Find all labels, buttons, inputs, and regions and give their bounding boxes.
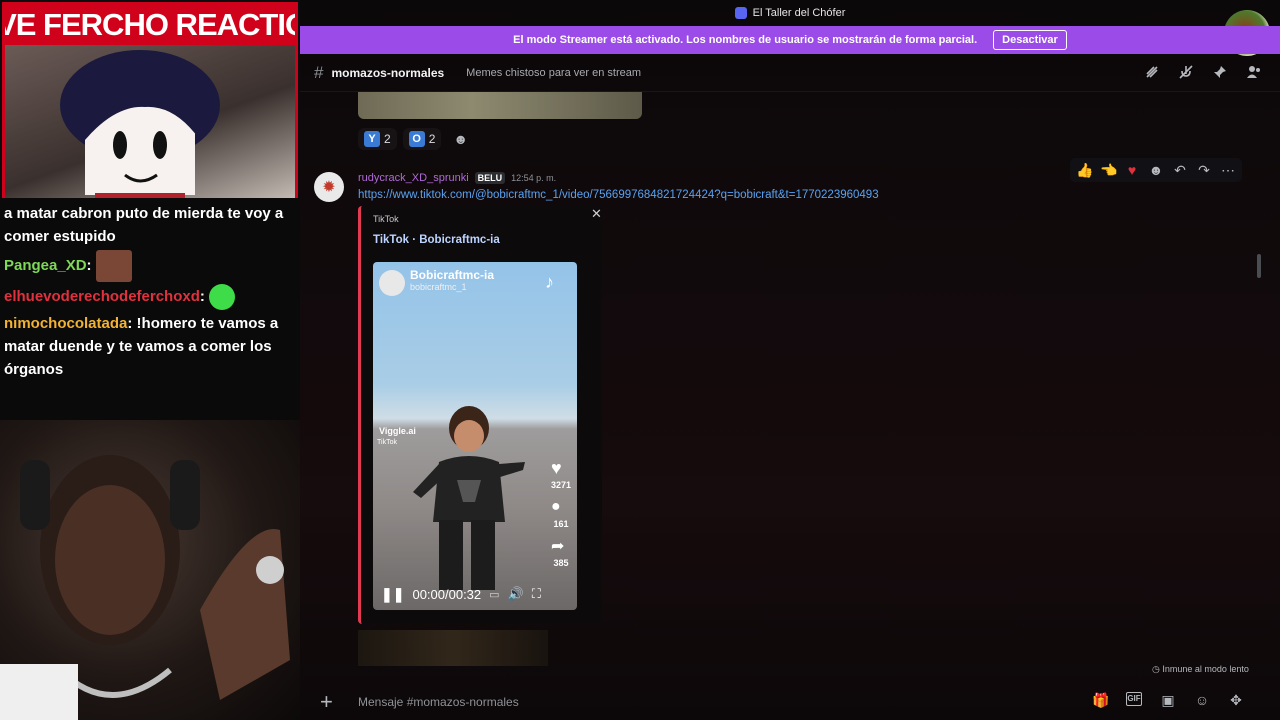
shares-count: 385 bbox=[553, 558, 569, 568]
streamer-message: El modo Streamer está activado. Los nomb… bbox=[513, 34, 978, 46]
volume-icon[interactable]: 🔊 bbox=[508, 586, 524, 602]
fullscreen-icon[interactable]: ⛶ bbox=[532, 586, 541, 602]
message-actions-toolbar: 👍 👈 ♥ ☻ ↶ ↷ ⋯ bbox=[1070, 158, 1242, 182]
sticker-icon[interactable]: ▣ bbox=[1160, 692, 1176, 708]
channel-header: # momazos-normales Memes chistoso para v… bbox=[300, 54, 1280, 92]
top-webcam: LIVE FERCHO REACTION bbox=[2, 2, 298, 206]
heart-icon[interactable]: ♥ bbox=[551, 458, 562, 479]
message-input[interactable] bbox=[358, 695, 958, 709]
gif-icon[interactable]: GIF bbox=[1126, 692, 1142, 706]
emoji-icon[interactable]: ☺ bbox=[1194, 692, 1210, 708]
chat-message: a matar cabron puto de mierda te voy a c… bbox=[4, 202, 296, 248]
chat-emote bbox=[209, 284, 236, 310]
reaction-emoji: Y bbox=[364, 131, 380, 147]
guild-tag[interactable]: BELU bbox=[474, 172, 506, 184]
author-avatar[interactable]: ✹ bbox=[314, 172, 344, 202]
server-icon bbox=[734, 7, 747, 19]
reply-icon[interactable]: ↶ bbox=[1172, 162, 1188, 179]
pause-icon[interactable]: ❚❚ bbox=[381, 586, 404, 603]
thumbs-up-icon[interactable]: 👍 bbox=[1076, 162, 1093, 179]
chat-message: nimochocolatada: !homero te vamos a mata… bbox=[4, 315, 279, 378]
reaction-o[interactable]: O 2 bbox=[402, 128, 442, 150]
video-player[interactable]: Bobicraftmc-ia bobicraftmc_1 ♪ Viggle.ai… bbox=[373, 262, 577, 610]
likes-count: 3271 bbox=[550, 480, 572, 490]
account-name: Bobicraftmc-ia bbox=[410, 268, 495, 282]
account-handle: bobicraftmc_1 bbox=[410, 282, 467, 292]
captions-icon[interactable]: ▭ bbox=[489, 588, 499, 601]
comments-count: 161 bbox=[553, 519, 569, 529]
add-attachment-icon[interactable]: + bbox=[320, 689, 340, 715]
stream-overlay: LIVE FERCHO REACTION a matar cabron puto… bbox=[0, 0, 300, 720]
gift-icon[interactable]: 🎁 bbox=[1092, 692, 1109, 708]
channel-name: momazos-normales bbox=[331, 65, 445, 80]
smile-icon: ☻ bbox=[453, 131, 469, 147]
discord-window: El Taller del Chófer El modo Streamer es… bbox=[300, 0, 1280, 720]
author-name[interactable]: rudycrack_XD_sprunki bbox=[358, 172, 469, 184]
reaction-emoji: O bbox=[408, 131, 425, 147]
point-icon[interactable]: 👈 bbox=[1100, 162, 1117, 179]
mute-icon[interactable] bbox=[1178, 64, 1194, 80]
chat-emote bbox=[95, 250, 132, 282]
window-title: El Taller del Chófer bbox=[752, 7, 846, 19]
add-reaction-button[interactable]: ☻ bbox=[447, 128, 474, 150]
watermark-sub: TikTok bbox=[377, 439, 397, 446]
streamer-mode-banner: El modo Streamer está activado. Los nomb… bbox=[300, 26, 1280, 54]
chat-username: Pangea_XD bbox=[4, 256, 87, 274]
dancing-character bbox=[413, 406, 525, 590]
close-icon[interactable]: ✕ bbox=[591, 206, 602, 222]
scrollbar-thumb[interactable] bbox=[1257, 254, 1261, 278]
apps-icon[interactable]: ✥ bbox=[1228, 692, 1244, 708]
members-icon[interactable] bbox=[1246, 64, 1262, 80]
tiktok-icon: ♪ bbox=[545, 272, 554, 292]
deactivate-button[interactable]: Desactivar bbox=[993, 30, 1067, 50]
title-bar: El Taller del Chófer bbox=[300, 0, 1280, 26]
chat-username: elhuevoderechodeferchoxd bbox=[4, 287, 200, 305]
stream-banner: LIVE FERCHO REACTION bbox=[5, 5, 295, 45]
reaction-count: 2 bbox=[428, 132, 436, 146]
tiktok-embed: TikTok ✕ TikTok · Bobicraftmc-ia Bobicra… bbox=[358, 206, 602, 624]
clock-icon: ◷ bbox=[1152, 664, 1163, 674]
pin-icon[interactable] bbox=[1212, 64, 1228, 80]
video-time: 00:00/00:32 bbox=[412, 586, 482, 602]
previous-attachment-image[interactable] bbox=[358, 92, 642, 119]
chat-message: elhuevoderechodeferchoxd: bbox=[4, 284, 296, 310]
reaction-count: 2 bbox=[384, 132, 391, 146]
chat-username: nimochocolatada bbox=[4, 315, 128, 332]
composer-toolbar: 🎁 GIF ▣ ☺ ✥ bbox=[1092, 692, 1244, 708]
forward-icon[interactable]: ↷ bbox=[1196, 162, 1212, 179]
chat-message: Pangea_XD: bbox=[4, 250, 296, 282]
comment-icon[interactable]: ● bbox=[551, 498, 561, 516]
embed-title[interactable]: TikTok · Bobicraftmc-ia bbox=[373, 234, 500, 246]
hashtag-icon: # bbox=[314, 62, 324, 82]
video-controls: ❚❚ 00:00/00:32 ▭ 🔊 ⛶ bbox=[373, 578, 577, 610]
tiktok-link[interactable]: https://www.tiktok.com/@bobicraftmc_1/vi… bbox=[358, 189, 879, 201]
slowmode-notice: ◷ Inmune al modo lento bbox=[1152, 664, 1249, 675]
message-timestamp: 12:54 p. m. bbox=[511, 173, 557, 183]
add-reaction-icon[interactable]: ☻ bbox=[1148, 162, 1164, 178]
channel-topic: Memes chistoso para ver en stream bbox=[466, 66, 642, 79]
threads-icon[interactable] bbox=[1144, 64, 1160, 80]
next-attachment-image[interactable] bbox=[358, 630, 548, 666]
reaction-y[interactable]: Y 2 bbox=[358, 128, 397, 150]
more-icon[interactable]: ⋯ bbox=[1220, 162, 1236, 179]
reaction-person bbox=[0, 455, 290, 720]
slowmode-label: Inmune al modo lento bbox=[1162, 664, 1249, 674]
header-toolbar bbox=[1144, 64, 1262, 80]
cartoon-avatar bbox=[60, 50, 220, 203]
bottom-webcam bbox=[0, 420, 300, 720]
message-header: rudycrack_XD_sprunki BELU 12:54 p. m. bbox=[358, 172, 556, 184]
reactions-bar: Y 2 O 2 ☻ bbox=[358, 128, 474, 150]
embed-provider: TikTok bbox=[373, 214, 399, 224]
account-avatar bbox=[379, 270, 405, 296]
chat-text: a matar cabron puto de mierda te voy a c… bbox=[4, 205, 284, 245]
share-icon[interactable]: ➦ bbox=[551, 536, 564, 556]
heart-icon[interactable]: ♥ bbox=[1124, 162, 1140, 178]
stream-chat: a matar cabron puto de mierda te voy a c… bbox=[0, 198, 300, 420]
